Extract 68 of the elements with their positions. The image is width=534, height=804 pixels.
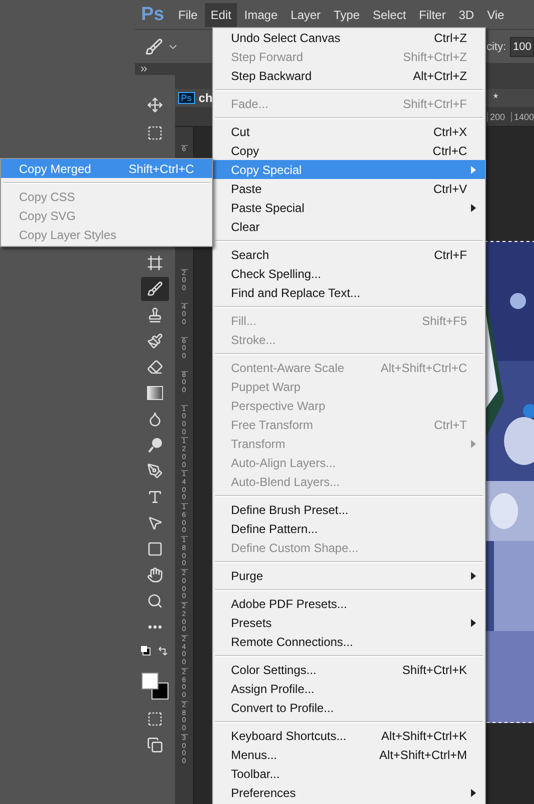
marquee-icon [147, 125, 163, 141]
menu-title[interactable]: Type [328, 2, 366, 26]
menu-item[interactable]: Keyboard Shortcuts... Alt+Shift+Ctrl+K [213, 726, 485, 745]
menu-item[interactable]: Purge [213, 566, 485, 585]
tool-button[interactable] [141, 277, 169, 301]
submenu-arrow-icon [471, 572, 476, 580]
menu-title[interactable]: Image [238, 2, 284, 26]
opacity-field[interactable]: 100 [510, 36, 534, 56]
menu-item[interactable]: Toolbar... [213, 764, 485, 783]
quick-mask-icon [147, 711, 163, 727]
menu-item[interactable]: Assign Profile... [213, 679, 485, 698]
paintbrush-icon [147, 333, 163, 349]
submenu-arrow-icon [471, 619, 476, 627]
menu-item[interactable]: Check Spelling... [213, 264, 485, 283]
dodge-icon [147, 437, 163, 453]
menu-item[interactable]: Find and Replace Text... [213, 283, 485, 302]
menu-item[interactable]: Adobe PDF Presets... [213, 594, 485, 613]
submenu-arrow-icon [471, 204, 476, 212]
menu-item[interactable]: Paste Ctrl+V [213, 179, 485, 198]
menu-item[interactable]: Color Settings... Shift+Ctrl+K [213, 660, 485, 679]
color-swatches-icon[interactable] [140, 671, 170, 701]
hand-icon [147, 567, 163, 583]
pointer-icon [147, 515, 163, 531]
menu-title[interactable]: 3D [452, 2, 480, 26]
rectangle-icon [147, 541, 163, 557]
droplet-icon [147, 411, 163, 427]
menu-item[interactable]: Preferences [213, 783, 485, 802]
opacity-label: city: [486, 40, 506, 52]
brush-icon[interactable] [145, 38, 163, 56]
screen-mode-icon [147, 737, 163, 753]
menu-item[interactable]: Presets [213, 613, 485, 632]
menu-item[interactable]: Undo Select Canvas Ctrl+Z [213, 28, 485, 47]
menu-item[interactable]: Copy Ctrl+C [213, 141, 485, 160]
menu-title[interactable]: Filter [413, 2, 452, 26]
menu-item[interactable]: Cut Ctrl+X [213, 122, 485, 141]
menu-item[interactable]: Menus... Alt+Shift+Ctrl+M [213, 745, 485, 764]
app-logo: Ps [141, 4, 164, 26]
move-icon [147, 97, 163, 113]
collapse-icon[interactable] [139, 64, 149, 74]
menu-item[interactable]: Define Pattern... [213, 519, 485, 538]
brush-icon [147, 281, 163, 297]
document-badge: Ps [178, 92, 195, 104]
menu-item[interactable]: Remote Connections... [213, 632, 485, 651]
menu-item[interactable]: Step Backward Alt+Ctrl+Z [213, 66, 485, 85]
menu-item[interactable]: Search Ctrl+F [213, 245, 485, 264]
search-icon [147, 593, 163, 609]
modified-mark: * [493, 91, 498, 105]
menu-item[interactable]: Clear [213, 217, 485, 236]
menu-title[interactable]: Select [366, 2, 412, 26]
menu-item[interactable]: Define Brush Preset... [213, 500, 485, 519]
more-icon [148, 625, 162, 629]
gradient-icon [147, 386, 163, 400]
menu-title[interactable]: File [172, 2, 204, 26]
ruler-number: 1400 [510, 112, 534, 122]
menu-item[interactable]: Paste Special [213, 198, 485, 217]
menu-item[interactable]: Convert to Profile... [213, 698, 485, 717]
document-title[interactable]: ch [198, 91, 213, 105]
type-icon [147, 489, 163, 505]
submenu-arrow-icon [471, 166, 476, 174]
eraser-icon [147, 359, 163, 375]
frame-icon [147, 255, 163, 271]
stamp-icon [147, 307, 163, 323]
menu-title[interactable]: Vie [481, 2, 510, 26]
submenu-arrow-icon [471, 440, 476, 448]
menu-title[interactable]: Edit [204, 2, 238, 26]
pen-icon [147, 463, 163, 479]
menu-title[interactable]: Layer [284, 2, 327, 26]
submenu-arrow-icon [471, 789, 476, 797]
